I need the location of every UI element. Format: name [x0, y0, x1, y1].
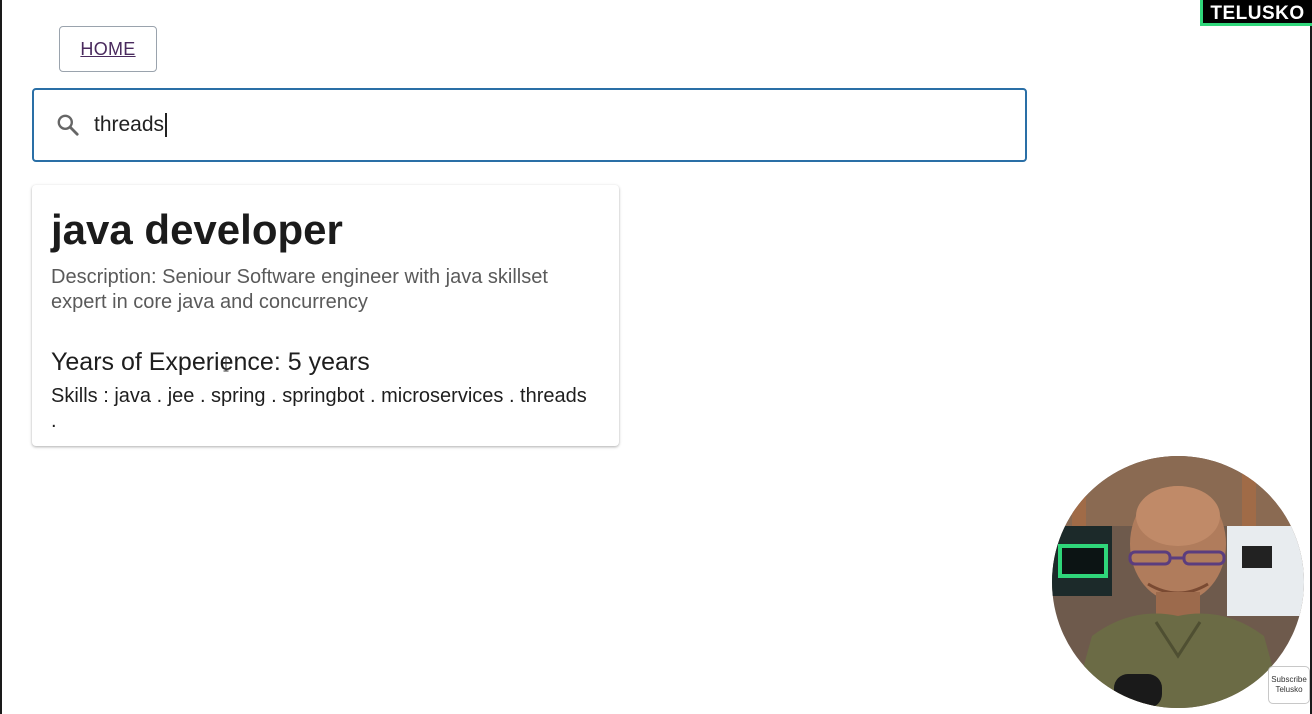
- presenter-image: [1052, 456, 1304, 708]
- home-button-label: HOME: [80, 38, 136, 59]
- telusko-logo: TELUSKO: [1200, 0, 1312, 26]
- search-box[interactable]: [32, 88, 1027, 162]
- home-button[interactable]: HOME: [59, 26, 157, 72]
- presenter-webcam: [1052, 456, 1304, 708]
- window-edge-left: [0, 0, 2, 714]
- subscribe-label: Subscribe: [1271, 675, 1307, 684]
- job-experience: Years of Experience: 5 years: [51, 348, 370, 376]
- job-description: Description: Seniour Software engineer w…: [51, 266, 548, 313]
- page: HOME java developer Description: Seniour…: [0, 0, 1312, 714]
- logo-text: TELUSKO: [1210, 3, 1305, 24]
- search-icon: [54, 111, 82, 139]
- text-cursor-icon: [223, 356, 229, 372]
- search-input[interactable]: [94, 113, 974, 137]
- job-skills: Skills : java . jee . spring . springbot…: [51, 385, 587, 432]
- text-caret: [165, 113, 167, 137]
- job-post-card: java developer Description: Seniour Soft…: [32, 185, 619, 446]
- channel-label: Telusko: [1275, 685, 1303, 694]
- job-title: java developer: [51, 206, 343, 253]
- subscribe-badge[interactable]: Subscribe Telusko: [1268, 666, 1310, 704]
